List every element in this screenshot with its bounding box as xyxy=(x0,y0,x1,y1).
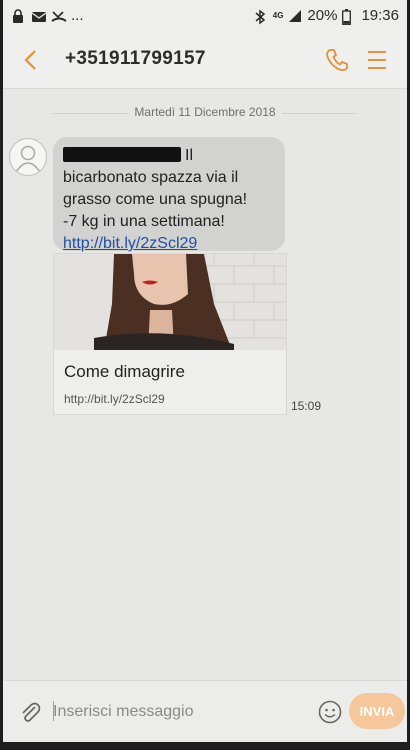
composer-bar: INVIA xyxy=(3,680,407,742)
link-preview-card[interactable]: Come dimagrire http://bit.ly/2zScl29 xyxy=(53,253,287,415)
menu-button[interactable] xyxy=(363,46,391,74)
message-bubble[interactable]: Il bicarbonato spazza via il grasso come… xyxy=(53,137,285,252)
lock-icon xyxy=(11,9,25,23)
status-bar: ... 4G 20% 19:36 xyxy=(3,0,407,32)
contact-avatar[interactable] xyxy=(9,138,47,176)
message-line-1: Il xyxy=(63,145,278,167)
text-cursor xyxy=(53,701,54,721)
message-line-3: grasso come una spugna! xyxy=(63,191,248,208)
conversation-area[interactable]: Martedì 11 Dicembre 2018 Il bicarbonato … xyxy=(3,89,407,679)
preview-title: Come dimagrire xyxy=(64,362,185,381)
contact-title[interactable]: +351911799157 xyxy=(65,48,206,70)
send-button[interactable]: INVIA xyxy=(349,693,405,729)
mail-icon xyxy=(31,9,47,23)
network-type: 4G xyxy=(272,11,284,20)
message-link[interactable]: http://bit.ly/2zScl29 xyxy=(63,235,197,252)
phone-icon xyxy=(326,49,348,71)
message-line-text: Il xyxy=(185,147,193,164)
person-icon xyxy=(15,145,41,173)
preview-image[interactable] xyxy=(54,254,286,350)
smiley-icon xyxy=(318,700,342,724)
message-text: Il bicarbonato spazza via il grasso come… xyxy=(63,145,278,255)
messaging-screen: ... 4G 20% 19:36 +351911799157 Martedì 1… xyxy=(3,0,407,742)
message-time: 15:09 xyxy=(291,399,322,413)
emoji-button[interactable] xyxy=(317,699,343,725)
bluetooth-icon xyxy=(254,9,268,25)
call-button[interactable] xyxy=(323,46,351,74)
date-separator: Martedì 11 Dicembre 2018 xyxy=(3,105,407,121)
battery-percent: 20% xyxy=(307,7,338,24)
message-line-4: -7 kg in una settimana! xyxy=(63,213,225,230)
missed-call-icon xyxy=(51,9,67,23)
clock: 19:36 xyxy=(361,7,399,24)
signal-icon xyxy=(288,9,302,23)
menu-icon xyxy=(368,51,386,69)
back-arrow-icon xyxy=(24,50,36,70)
message-input[interactable] xyxy=(53,699,308,725)
conversation-header: +351911799157 xyxy=(3,32,407,89)
notification-more: ... xyxy=(71,7,84,24)
attach-button[interactable] xyxy=(17,699,43,725)
preview-url: http://bit.ly/2zScl29 xyxy=(64,392,165,406)
battery-icon xyxy=(342,9,356,25)
date-label: Martedì 11 Dicembre 2018 xyxy=(128,105,282,119)
paperclip-icon xyxy=(22,702,41,722)
message-line-2: bicarbonato spazza via il xyxy=(63,169,239,186)
back-button[interactable] xyxy=(17,46,45,74)
redaction-mark xyxy=(63,147,181,162)
